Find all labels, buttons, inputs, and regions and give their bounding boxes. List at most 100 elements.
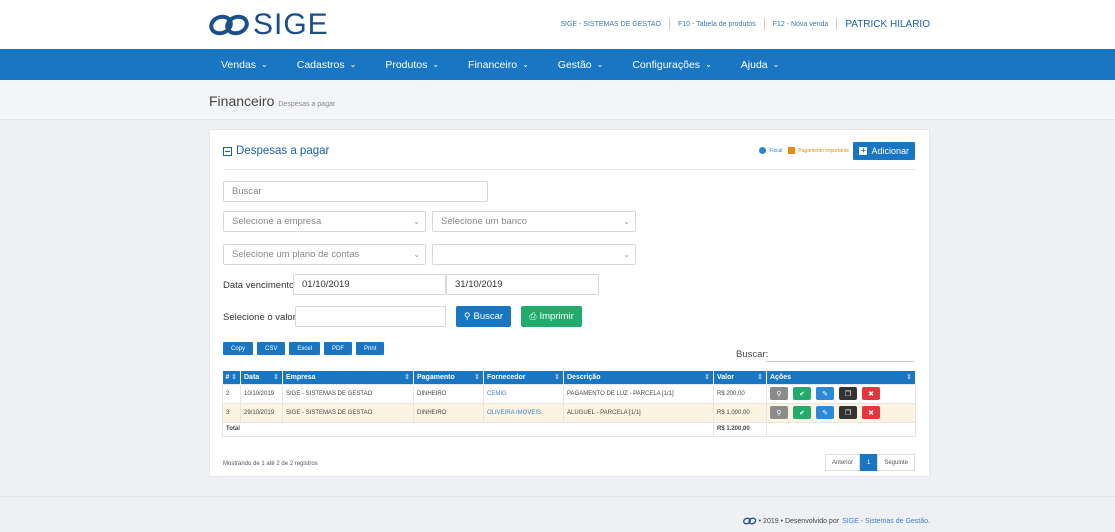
copy-button[interactable]: Copy — [223, 342, 254, 355]
nav-ajuda[interactable]: Ajuda ⌄ — [741, 59, 780, 71]
sort-icon: ⇕ — [906, 374, 912, 381]
col-label: Data — [244, 373, 260, 381]
edit-button[interactable]: ✎ — [816, 387, 834, 400]
valor-input[interactable] — [295, 306, 446, 327]
total-value: R$ 1.200,00 — [713, 421, 767, 437]
delete-button[interactable]: ✖ — [862, 406, 880, 419]
plano-contas-select[interactable]: Selecione um plano de contas ⌄ — [223, 244, 426, 265]
col-pagamento[interactable]: Pagamento ⇕ — [413, 371, 484, 384]
col-data[interactable]: Data ⇕ — [240, 371, 283, 384]
print-button[interactable]: Print — [356, 342, 385, 355]
divider — [668, 18, 670, 30]
f10-shortcut-link[interactable]: F10 - Tabela de produtos — [678, 21, 756, 28]
despesas-panel: Despesas a pagar Fiscal Pagamento import… — [209, 129, 930, 477]
page-title-text: Financeiro — [209, 93, 275, 109]
f12-shortcut-link[interactable]: F12 - Nova venda — [773, 21, 829, 28]
panel-divider — [223, 169, 916, 170]
divider — [836, 18, 838, 30]
pagination: Anterior 1 Seguinte — [824, 454, 915, 471]
empresa-select[interactable]: Selecione a empresa ⌄ — [223, 211, 426, 232]
nav-configuracoes[interactable]: Configurações ⌄ — [632, 59, 711, 71]
table-search-input[interactable] — [766, 361, 914, 362]
buscar-button[interactable]: ⚲ Buscar — [456, 306, 511, 327]
close-icon: ✖ — [868, 409, 874, 417]
printer-icon: ⎙ — [529, 311, 537, 321]
cell-pagamento: DINHEIRO — [413, 383, 484, 404]
page-1-button[interactable]: 1 — [859, 454, 878, 471]
col-id[interactable]: # ⇕ — [222, 371, 241, 384]
col-acoes[interactable]: Ações ⇕ — [766, 371, 916, 384]
col-fornecedor[interactable]: Fornecedor ⇕ — [483, 371, 564, 384]
panel-title-text: Despesas a pagar — [236, 145, 330, 157]
sige-logo[interactable]: SIGE — [209, 8, 329, 41]
nav-cadastros[interactable]: Cadastros ⌄ — [297, 59, 357, 71]
view-button[interactable]: ⚲ — [770, 387, 788, 400]
despesas-table: # ⇕ Data ⇕ Empresa ⇕ Pagamento ⇕ Fornecedor ⇕… — [222, 371, 916, 437]
sige-logo-icon — [209, 14, 249, 36]
banco-select[interactable]: Selecione um banco ⌄ — [432, 211, 636, 232]
pencil-icon: ✎ — [822, 390, 828, 398]
cell-fornecedor-link[interactable]: OLIVEIRA IMOVEIS — [483, 402, 564, 423]
table-row[interactable]: 2 10/10/2019 SIGE - SISTEMAS DE GESTAO D… — [222, 383, 916, 404]
chevron-down-icon: ⌄ — [413, 250, 420, 259]
add-button[interactable]: + Adicionar — [853, 142, 915, 160]
delete-button[interactable]: ✖ — [862, 387, 880, 400]
table-row[interactable]: 3 29/10/2019 SIGE - SISTEMAS DE GESTAO D… — [222, 402, 916, 423]
plano-placeholder: Selecione um plano de contas — [232, 249, 360, 260]
col-label: Ações — [770, 373, 792, 381]
nav-vendas[interactable]: Vendas ⌄ — [221, 59, 268, 71]
duplicate-button[interactable]: ❐ — [839, 387, 857, 400]
close-icon: ✖ — [868, 390, 874, 398]
nav-label: Financeiro — [468, 58, 518, 71]
chevron-down-icon: ⌄ — [772, 60, 780, 69]
sort-icon: ⇕ — [474, 374, 480, 381]
confirm-payment-button[interactable]: ✔ — [793, 406, 811, 419]
col-label: Empresa — [286, 373, 316, 381]
legend: Fiscal Pagamento importante — [759, 147, 849, 154]
total-empty — [766, 421, 916, 437]
pdf-button[interactable]: PDF — [324, 342, 353, 355]
chevron-down-icon: ⌄ — [623, 217, 630, 226]
chevron-down-icon: ⌄ — [261, 60, 268, 69]
col-label: Valor — [717, 373, 735, 381]
col-valor[interactable]: Valor ⇕ — [713, 371, 767, 384]
col-descricao[interactable]: Descrição ⇕ — [563, 371, 714, 384]
col-empresa[interactable]: Empresa ⇕ — [282, 371, 414, 384]
total-label: Total — [222, 421, 714, 437]
date-to-input[interactable]: 31/10/2019 — [446, 274, 599, 295]
imprimir-label: Imprimir — [539, 311, 574, 322]
cell-data: 10/10/2019 — [240, 383, 283, 404]
nav-produtos[interactable]: Produtos ⌄ — [385, 59, 439, 71]
edit-button[interactable]: ✎ — [816, 406, 834, 419]
date-from-input[interactable]: 01/10/2019 — [293, 274, 446, 295]
nav-financeiro[interactable]: Financeiro ⌄ — [468, 59, 529, 71]
cell-fornecedor-link[interactable]: CEMIG — [483, 383, 564, 404]
footer-link[interactable]: SIGE - Sistemas de Gestão. — [842, 518, 930, 525]
excel-button[interactable]: Excel — [289, 342, 321, 355]
search-placeholder: Buscar — [232, 186, 262, 197]
view-button[interactable]: ⚲ — [770, 406, 788, 419]
cell-valor: R$ 1.000,00 — [713, 402, 767, 423]
next-page-button[interactable]: Seguinte — [877, 454, 915, 471]
company-link[interactable]: SIGE - SISTEMAS DE GESTAO — [560, 21, 661, 28]
duplicate-button[interactable]: ❐ — [839, 406, 857, 419]
imprimir-button[interactable]: ⎙ Imprimir — [521, 306, 582, 327]
records-info: Mostrando de 1 até 2 de 2 registros — [223, 461, 318, 467]
secondary-select[interactable]: ⌄ — [432, 244, 636, 265]
user-menu[interactable]: PATRICK HILARIO — [845, 19, 930, 30]
search-input[interactable]: Buscar — [223, 181, 488, 202]
check-icon: ✔ — [799, 390, 805, 398]
panel-title[interactable]: Despesas a pagar — [223, 145, 329, 157]
cell-pagamento: DINHEIRO — [413, 402, 484, 423]
nav-gestao[interactable]: Gestão ⌄ — [558, 59, 604, 71]
confirm-payment-button[interactable]: ✔ — [793, 387, 811, 400]
cell-acoes: ⚲ ✔ ✎ ❐ ✖ — [766, 402, 916, 423]
top-header: SIGE SIGE - SISTEMAS DE GESTAO F10 - Tab… — [0, 0, 1115, 49]
prev-page-button[interactable]: Anterior — [824, 454, 860, 471]
sort-icon: ⇕ — [231, 374, 237, 381]
col-label: Fornecedor — [487, 373, 526, 381]
csv-button[interactable]: CSV — [257, 342, 286, 355]
cell-id: 3 — [222, 402, 241, 423]
cell-id: 2 — [222, 383, 241, 404]
important-square-icon — [788, 147, 796, 154]
